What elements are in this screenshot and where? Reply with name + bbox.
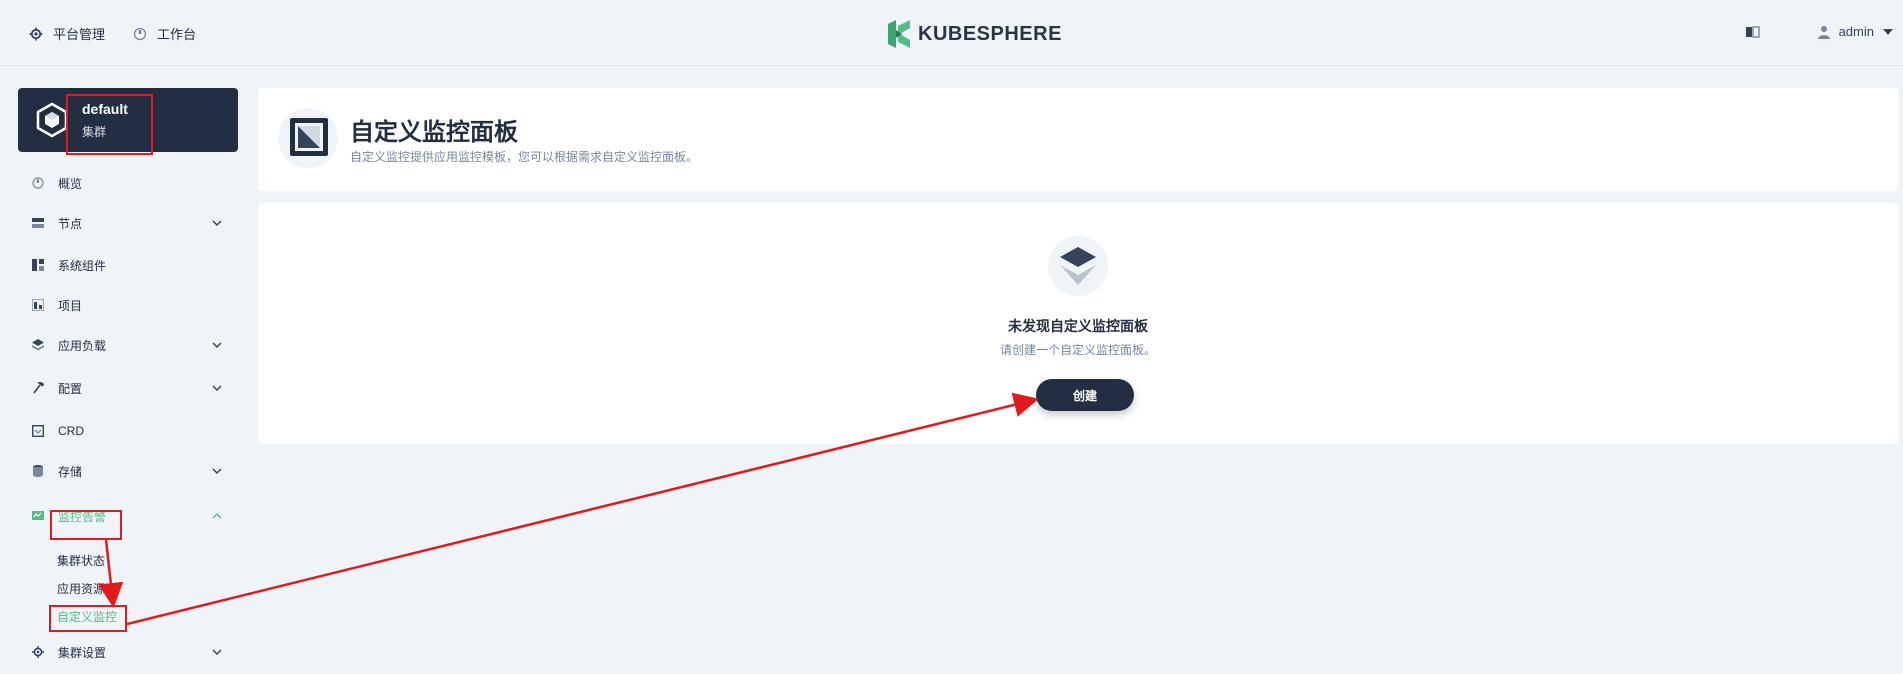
project-icon: [32, 299, 44, 311]
sidebar-item-label: 节点: [58, 216, 83, 231]
workbench-link[interactable]: 工作台: [133, 24, 196, 43]
brand-name: KUBESPHERE: [918, 22, 1062, 45]
sidebar-item-cluster-settings[interactable]: 集群设置: [18, 640, 238, 664]
sidebar-item-crd[interactable]: CRD: [18, 419, 238, 443]
user-menu[interactable]: admin: [1817, 24, 1893, 39]
top-bar: 平台管理 工作台 KUBESPHERE admin: [0, 0, 1903, 66]
sidebar-item-label: 应用负载: [58, 338, 107, 353]
workbench-label: 工作台: [157, 27, 197, 42]
sidebar-subitem-application-resources[interactable]: 应用资源: [57, 580, 105, 597]
sidebar-item-projects[interactable]: 项目: [18, 293, 238, 317]
sidebar-item-label: 存储: [58, 464, 83, 479]
create-button[interactable]: 创建: [1036, 379, 1134, 411]
username: admin: [1838, 24, 1874, 39]
sidebar-item-label: CRD: [58, 424, 84, 438]
annotation-box-cluster: [66, 94, 153, 155]
chevron-down-icon: [212, 468, 222, 475]
chevron-down-icon: [212, 649, 222, 656]
annotation-box-custom-monitoring: [49, 605, 127, 632]
database-icon: [33, 465, 43, 477]
chevron-up-icon: [212, 512, 222, 519]
caret-down-icon: [1883, 28, 1893, 35]
empty-state-panel: 未发现自定义监控面板 请创建一个自定义监控面板。 创建: [258, 203, 1898, 444]
user-icon: [1817, 25, 1830, 39]
sidebar-item-overview[interactable]: 概览: [18, 171, 238, 195]
sidebar-item-workloads[interactable]: 应用负载: [18, 333, 238, 357]
sidebar-item-label: 项目: [58, 298, 83, 313]
chevron-down-icon: [212, 342, 222, 349]
sidebar-item-storage[interactable]: 存储: [18, 459, 238, 483]
server-icon: [32, 218, 44, 228]
layers-icon: [32, 339, 44, 351]
sidebar-subitem-cluster-status[interactable]: 集群状态: [57, 552, 105, 569]
chevron-down-icon: [212, 220, 222, 227]
gear-icon: [32, 646, 44, 658]
dashboard-icon: [133, 27, 147, 40]
layers-icon: [1060, 247, 1096, 285]
cluster-icon: [36, 102, 68, 138]
sidebar-item-label: 系统组件: [58, 258, 107, 273]
hammer-icon: [33, 382, 44, 394]
chevron-down-icon: [212, 385, 222, 392]
sidebar-item-system-components[interactable]: 系统组件: [18, 253, 238, 277]
sidebar-item-label: 配置: [58, 381, 83, 396]
empty-state-title: 未发现自定义监控面板: [1008, 318, 1148, 334]
components-icon: [32, 259, 44, 271]
brand-logo[interactable]: KUBESPHERE: [886, 20, 1062, 48]
sidebar-item-label: 概览: [58, 176, 83, 191]
sidebar-item-nodes[interactable]: 节点: [18, 211, 238, 235]
dashboard-icon: [32, 177, 44, 189]
page-description: 自定义监控提供应用监控模板，您可以根据需求自定义监控面板。: [350, 150, 699, 164]
top-nav: 平台管理 工作台: [29, 24, 196, 43]
monitor-icon: [32, 511, 44, 520]
book-icon[interactable]: [1745, 25, 1760, 38]
page-title: 自定义监控面板: [350, 119, 518, 146]
custom-monitoring-icon: [290, 118, 328, 156]
arrow-to-custom-monitoring: [98, 539, 124, 608]
platform-management-label: 平台管理: [53, 27, 106, 42]
top-right-tools: admin: [1745, 24, 1893, 39]
page-header: 自定义监控面板 自定义监控提供应用监控模板，您可以根据需求自定义监控面板。: [258, 88, 1898, 191]
kubesphere-logo-icon: [888, 20, 910, 48]
gear-icon: [29, 27, 43, 40]
crd-icon: [32, 425, 44, 437]
platform-management-link[interactable]: 平台管理: [29, 24, 105, 43]
annotation-box-monitoring: [50, 510, 122, 540]
sidebar-item-configuration[interactable]: 配置: [18, 376, 238, 400]
empty-state-description: 请创建一个自定义监控面板。: [999, 343, 1156, 357]
sidebar-item-label: 集群设置: [58, 645, 107, 660]
